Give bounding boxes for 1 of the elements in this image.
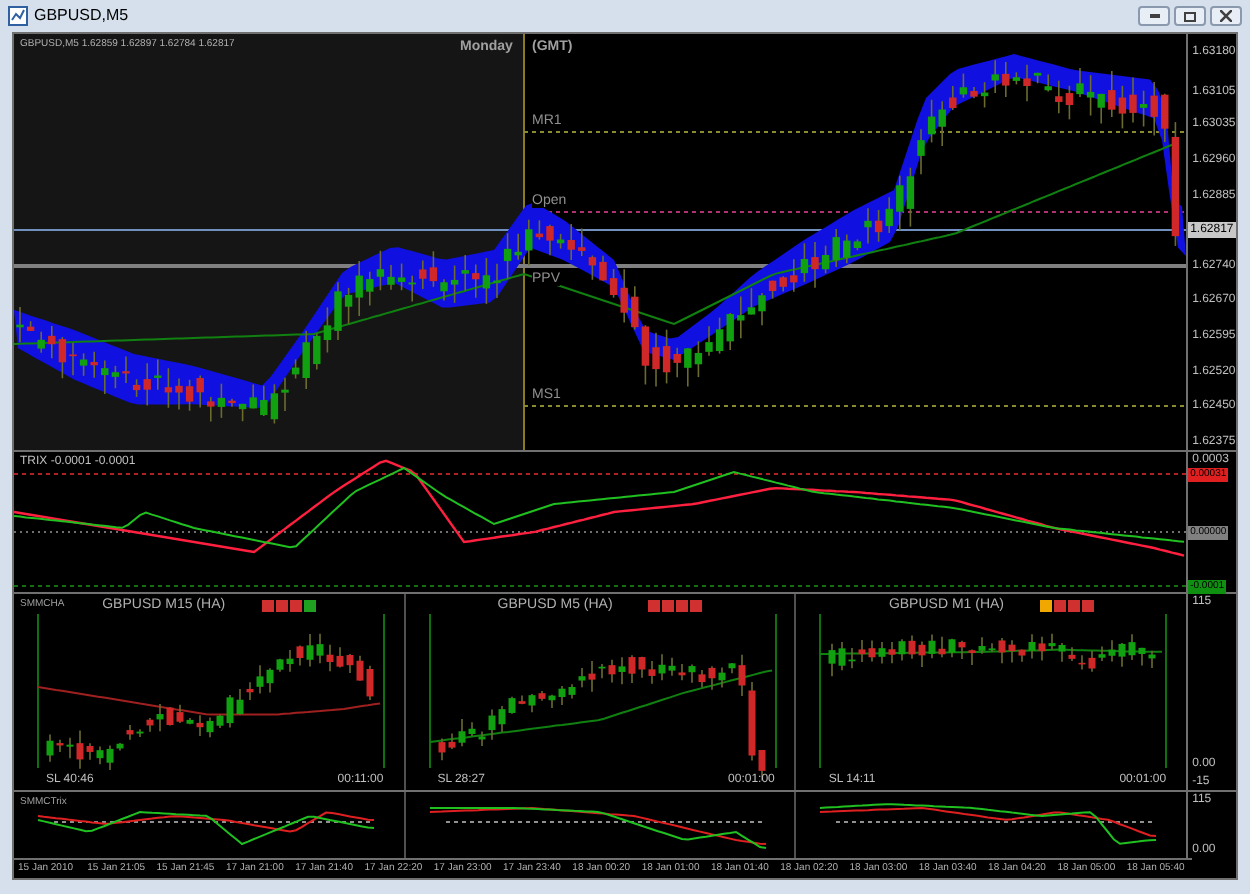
window-title: GBPUSD,M5 xyxy=(34,8,129,24)
